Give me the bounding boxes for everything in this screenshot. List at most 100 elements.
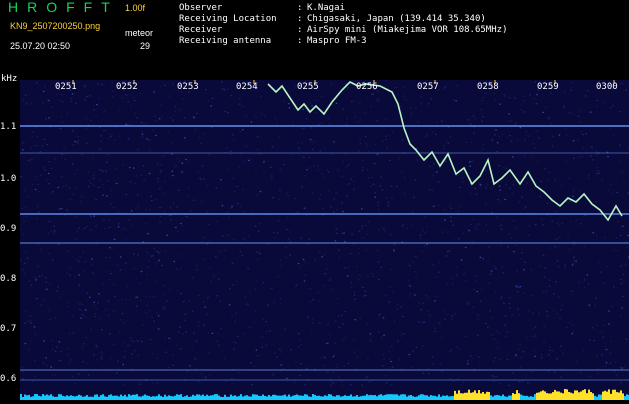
noise-speck — [216, 221, 218, 222]
intensity-bar — [170, 396, 172, 400]
noise-speck — [135, 297, 137, 298]
noise-speck — [596, 106, 598, 107]
noise-speck — [34, 334, 36, 335]
noise-speck — [187, 195, 189, 196]
noise-speck — [300, 267, 302, 268]
intensity-bar — [326, 396, 328, 400]
noise-speck — [164, 307, 166, 308]
time-tick-label: 0251 — [55, 82, 77, 92]
info-key: Receiver — [179, 25, 297, 36]
noise-speck — [426, 134, 428, 135]
noise-speck — [136, 117, 138, 118]
noise-speck — [531, 157, 533, 158]
noise-speck — [233, 341, 235, 342]
noise-speck — [254, 310, 256, 311]
noise-speck — [576, 361, 578, 362]
noise-speck — [135, 278, 137, 279]
intensity-bar — [502, 395, 504, 401]
noise-speck — [306, 368, 308, 369]
noise-speck — [94, 302, 96, 303]
info-row-antenna: Receiving antenna:Maspro FM-3 — [179, 36, 507, 47]
noise-speck — [597, 154, 599, 155]
noise-speck — [590, 376, 592, 377]
noise-speck — [157, 178, 159, 179]
noise-speck — [390, 234, 392, 235]
noise-speck — [335, 364, 337, 365]
noise-speck — [540, 181, 542, 182]
noise-speck — [543, 291, 545, 292]
noise-speck — [540, 266, 542, 267]
intensity-bar — [480, 393, 482, 400]
noise-speck — [622, 367, 624, 368]
noise-speck — [69, 187, 71, 188]
intensity-bar — [198, 395, 200, 401]
noise-speck — [564, 91, 566, 92]
noise-speck — [459, 206, 461, 207]
noise-speck — [48, 100, 50, 101]
noise-speck — [382, 366, 384, 367]
noise-speck — [154, 116, 156, 117]
noise-speck — [478, 356, 480, 357]
intensity-bar — [160, 396, 162, 400]
noise-speck — [603, 102, 605, 103]
noise-speck — [582, 134, 584, 135]
noise-speck — [624, 365, 626, 366]
noise-speck — [129, 167, 131, 168]
noise-speck — [334, 354, 336, 355]
noise-speck — [204, 259, 206, 260]
noise-speck — [39, 276, 41, 277]
noise-speck — [559, 318, 561, 319]
noise-speck — [158, 260, 160, 261]
noise-speck — [491, 273, 493, 274]
noise-speck — [27, 321, 29, 322]
noise-speck — [625, 265, 627, 266]
noise-speck — [612, 215, 614, 216]
noise-speck — [343, 109, 345, 110]
noise-speck — [157, 251, 159, 252]
noise-speck — [58, 360, 60, 361]
noise-speck — [602, 179, 604, 180]
noise-speck — [84, 228, 86, 229]
noise-speck — [491, 212, 493, 213]
noise-speck — [78, 304, 80, 305]
intensity-bar — [576, 390, 578, 400]
noise-speck — [353, 340, 355, 341]
noise-speck — [343, 233, 345, 234]
noise-speck — [528, 311, 530, 312]
noise-speck — [74, 173, 76, 174]
noise-speck — [159, 188, 161, 189]
noise-speck — [89, 95, 91, 96]
noise-speck — [207, 297, 209, 298]
noise-speck — [26, 216, 28, 217]
intensity-bar — [248, 396, 250, 400]
noise-speck — [108, 301, 110, 302]
noise-speck — [201, 373, 203, 374]
noise-speck — [78, 140, 80, 141]
noise-speck — [449, 351, 451, 352]
noise-speck — [178, 255, 180, 256]
noise-speck — [257, 252, 259, 253]
noise-speck — [521, 258, 523, 259]
noise-speck — [42, 103, 44, 104]
intensity-bar — [426, 395, 428, 400]
noise-speck — [109, 279, 111, 280]
intensity-bar — [108, 395, 110, 400]
noise-speck — [348, 267, 350, 268]
noise-speck — [21, 259, 23, 260]
intensity-bar — [172, 396, 174, 400]
intensity-bar — [176, 394, 178, 400]
noise-speck — [515, 245, 517, 246]
noise-speck — [349, 183, 351, 184]
noise-speck — [572, 264, 574, 265]
noise-speck — [198, 381, 200, 382]
noise-speck — [286, 192, 288, 193]
noise-speck — [164, 210, 166, 211]
noise-speck — [405, 99, 407, 100]
noise-speck — [75, 103, 77, 104]
noise-speck — [480, 184, 482, 185]
noise-speck — [231, 315, 233, 316]
noise-speck — [375, 197, 377, 198]
noise-speck — [37, 266, 39, 267]
noise-speck — [616, 237, 618, 238]
intensity-bar — [216, 394, 218, 400]
